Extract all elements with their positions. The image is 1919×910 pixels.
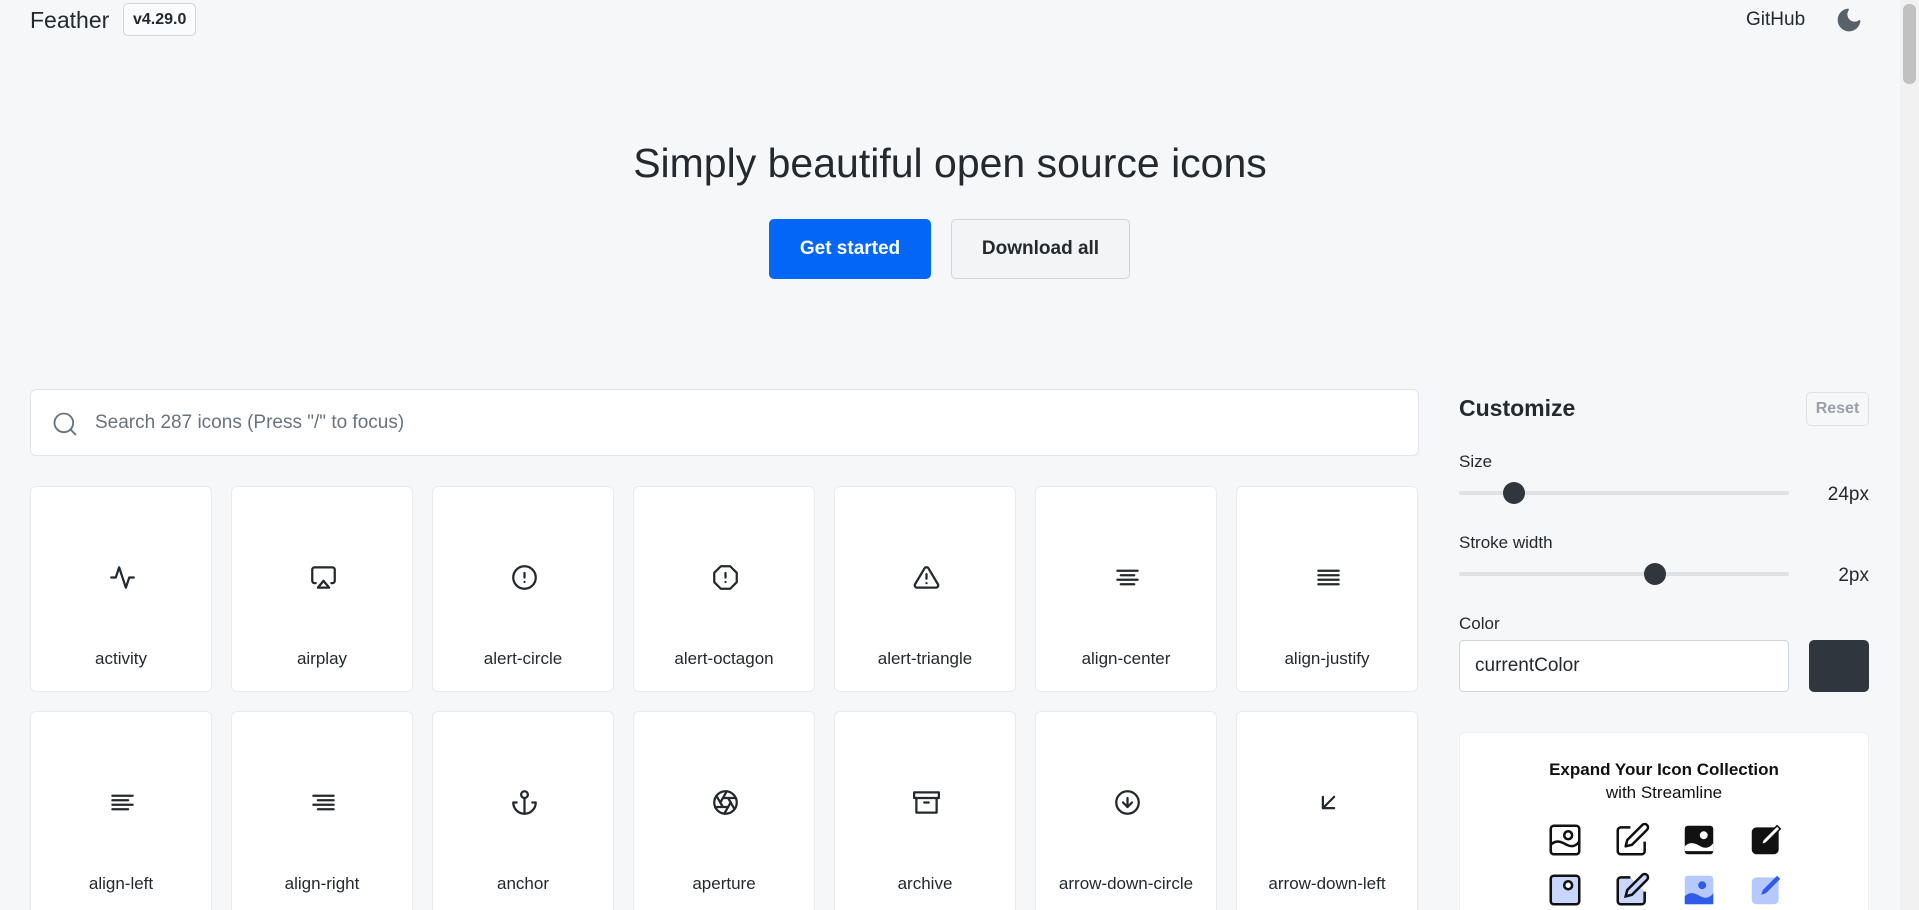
image-flat-icon [1684,875,1714,905]
version-badge: v4.29.0 [123,3,197,36]
moon-icon [1837,8,1861,32]
search-input[interactable] [95,390,1395,455]
color-label: Color [1459,614,1500,633]
icon-label: align-right [284,874,360,893]
customize-title: Customize [1459,395,1576,421]
promo-icon-preview [1546,821,1786,910]
alert-circle-icon [512,565,537,590]
icon-label: alert-circle [483,649,563,668]
promo-title: Expand Your Icon Collection [1549,760,1779,779]
aperture-icon [713,790,738,815]
color-input[interactable] [1459,640,1789,692]
icon-label: anchor [497,874,549,893]
airplay-icon [311,566,336,589]
brand-link[interactable]: Feather [30,7,109,34]
hero-title: Simply beautiful open source icons [633,140,1267,186]
alert-octagon-icon [713,565,738,590]
stroke-width-slider-thumb[interactable] [1643,563,1666,585]
theme-toggle-button[interactable] [1835,6,1863,34]
anchor-icon [512,790,537,815]
icon-label: align-left [88,874,154,893]
align-justify-icon [1317,569,1340,586]
icon-card-airplay[interactable]: airplay [231,486,413,692]
top-navbar: Feather v4.29.0 GitHub [0,0,1900,42]
icon-card-align-right[interactable]: align-right [231,711,413,910]
icon-card-arrow-down-left[interactable]: arrow-down-left [1236,711,1418,910]
stroke-width-label: Stroke width [1459,533,1553,552]
github-link[interactable]: GitHub [1746,9,1805,31]
edit-duo-icon [1616,872,1650,906]
search-box [30,389,1419,456]
stroke-width-value: 2px [1838,565,1869,586]
image-solid-icon [1684,825,1714,855]
alert-triangle-icon [913,566,940,589]
align-left-icon [111,794,134,811]
icon-label: alert-octagon [674,649,774,668]
edit-solid-icon [1751,824,1782,855]
icon-label: activity [95,649,147,668]
promo-subtitle: with Streamline [1605,783,1723,802]
icon-label: alert-triangle [877,649,973,668]
page-scrollbar[interactable] [1900,0,1919,910]
icon-label: arrow-down-left [1268,874,1386,893]
icon-card-aperture[interactable]: aperture [633,711,815,910]
image-line-icon [1549,824,1581,856]
activity-icon [110,566,135,589]
arrow-down-left-icon [1321,795,1336,810]
archive-icon [913,791,940,814]
streamline-promo[interactable]: Expand Your Icon Collection with Streaml… [1459,732,1869,910]
icon-card-align-justify[interactable]: align-justify [1236,486,1418,692]
stroke-width-slider[interactable] [1459,563,1789,585]
icon-card-align-left[interactable]: align-left [30,711,212,910]
align-right-icon [312,794,335,811]
scrollbar-thumb[interactable] [1903,4,1916,84]
size-value: 24px [1827,484,1869,505]
align-center-icon [1116,569,1139,586]
icon-label: align-justify [1284,649,1370,668]
size-label: Size [1459,452,1493,471]
reset-button[interactable]: Reset [1806,392,1869,426]
get-started-button[interactable]: Get started [769,219,931,279]
search-icon [53,412,77,436]
icon-card-anchor[interactable]: anchor [432,711,614,910]
download-all-button[interactable]: Download all [951,219,1130,279]
icon-card-activity[interactable]: activity [30,486,212,692]
arrow-down-circle-icon [1115,790,1140,815]
icon-label: arrow-down-circle [1058,874,1194,893]
icon-card-alert-triangle[interactable]: alert-triangle [834,486,1016,692]
icon-label: archive [897,874,953,893]
edit-line-icon [1616,822,1650,856]
icon-card-align-center[interactable]: align-center [1035,486,1217,692]
icon-label: aperture [692,874,756,893]
icon-label: align-center [1081,649,1171,668]
size-slider[interactable] [1459,482,1789,504]
image-duo-icon [1549,874,1581,906]
icon-label: airplay [296,649,348,668]
icon-card-archive[interactable]: archive [834,711,1016,910]
color-swatch[interactable] [1809,640,1869,692]
icon-card-alert-circle[interactable]: alert-circle [432,486,614,692]
size-slider-thumb[interactable] [1503,482,1525,504]
icon-card-arrow-down-circle[interactable]: arrow-down-circle [1035,711,1217,910]
icon-card-alert-octagon[interactable]: alert-octagon [633,486,815,692]
edit-flat-icon [1751,875,1781,905]
